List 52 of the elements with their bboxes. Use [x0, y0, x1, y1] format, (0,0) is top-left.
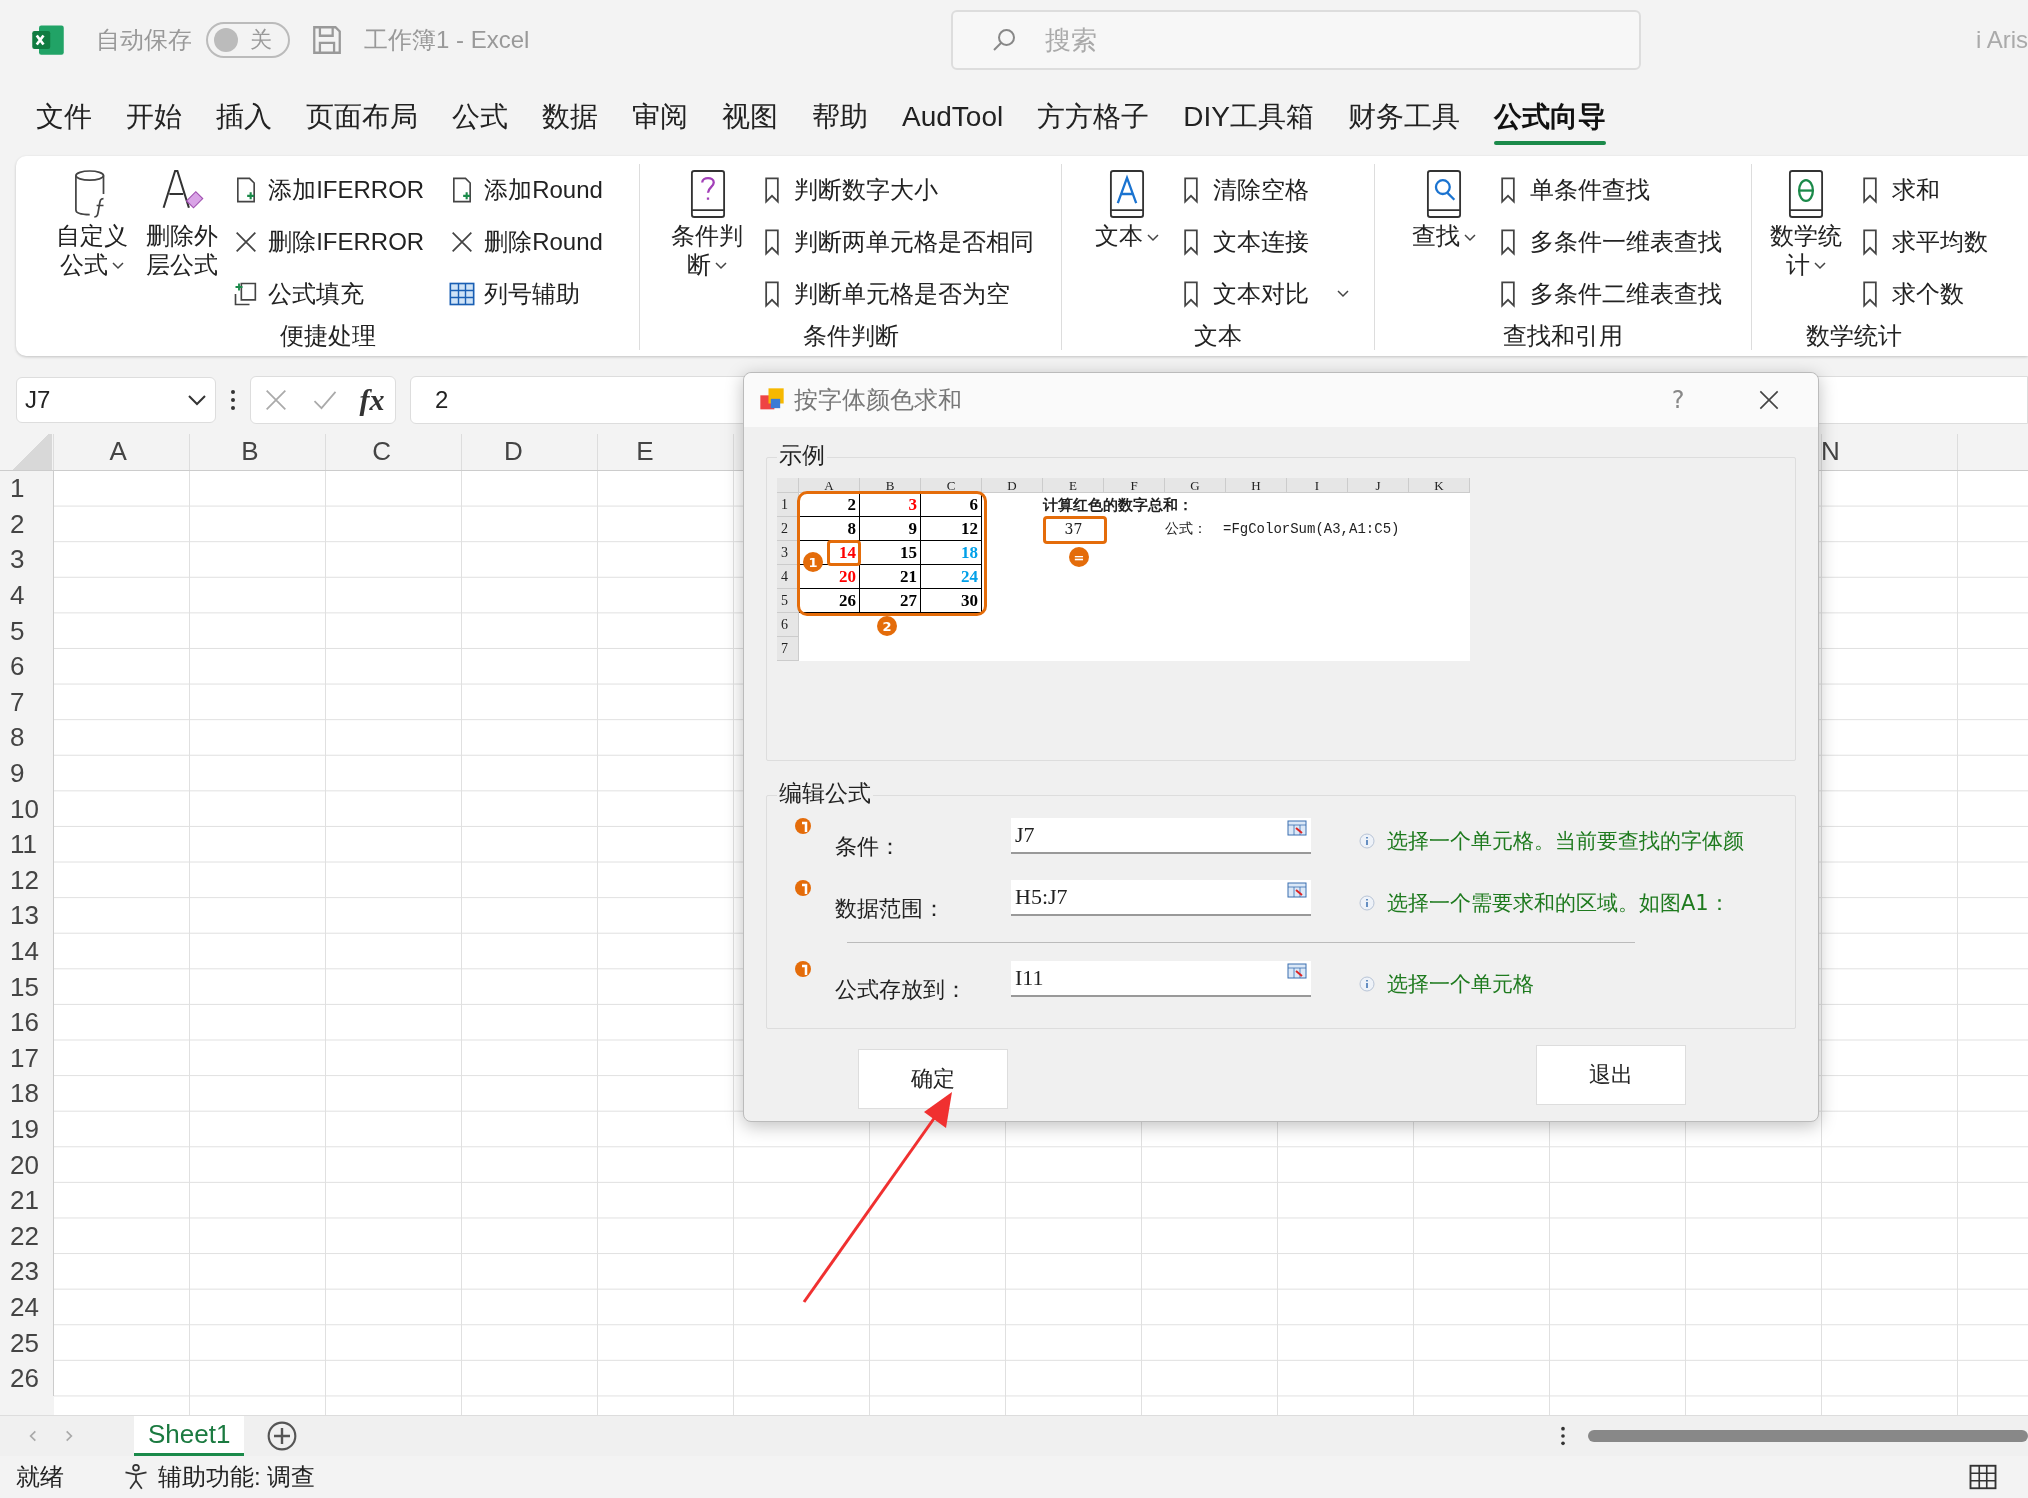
ribbon-group-label: 便捷处理	[279, 321, 376, 351]
example-column-header: I	[1314, 478, 1320, 492]
example-row-header: 1	[781, 496, 788, 513]
example-number: 24	[961, 566, 978, 587]
example-result: 37	[1064, 521, 1083, 537]
field-label: 条件：	[835, 833, 902, 861]
example-column-header: D	[1007, 478, 1017, 492]
example-number: 2	[847, 494, 856, 515]
field-hint: 选择一个需要求和的区域。如图A1：	[1387, 890, 1730, 917]
ribbon-group-label: 文本	[1194, 321, 1242, 351]
example-formula: =FgColorSum(A3,A1:C5)	[1223, 521, 1400, 537]
example-column-header: B	[885, 478, 895, 492]
status-ready: 就绪	[16, 1462, 64, 1492]
example-row-header: 4	[781, 568, 788, 585]
example-number: 27	[900, 590, 917, 611]
example-number: 30	[961, 590, 978, 611]
example-column-header: G	[1190, 478, 1200, 492]
example-column-header: A	[824, 478, 834, 492]
example-number: 14	[839, 542, 856, 563]
example-row-header: 3	[781, 544, 788, 561]
example-row-header: 2	[781, 520, 788, 537]
example-column-header: C	[946, 478, 956, 492]
example-row-header: 7	[781, 640, 788, 657]
example-number: 8	[847, 518, 856, 539]
example-number: 20	[839, 566, 856, 587]
field-label: 公式存放到：	[835, 976, 968, 1004]
example-row-header: 5	[781, 592, 788, 609]
example-number: 15	[900, 542, 917, 563]
example-column-header: K	[1434, 478, 1444, 492]
example-number: 21	[900, 566, 917, 587]
document-title: 工作簿1 - Excel	[364, 25, 530, 55]
ribbon-group-label: 查找和引用	[1503, 321, 1623, 351]
example-column-header: H	[1251, 478, 1261, 492]
example-number: 26	[839, 590, 856, 611]
example-column-header: J	[1375, 478, 1381, 492]
dialog-title: 按字体颜色求和	[794, 385, 962, 416]
field-label: 数据范围：	[835, 895, 946, 923]
example-number: 6	[969, 494, 978, 515]
example-number: 9	[908, 518, 917, 539]
field-hint: 选择一个单元格。当前要查找的字体颜	[1387, 828, 1744, 855]
example-number: 18	[961, 542, 978, 563]
example-column-header: E	[1069, 478, 1077, 492]
autosave-label: 自动保存	[96, 25, 192, 55]
example-row-header: 6	[781, 616, 788, 633]
ribbon-group-label: 数学统计	[1806, 321, 1902, 351]
example-caption: 计算红色的数字总和：	[1043, 495, 1193, 515]
example-number: 12	[961, 518, 978, 539]
example-column-header: F	[1130, 478, 1138, 492]
ribbon-group-label: 条件判断	[802, 321, 899, 351]
example-number: 3	[908, 494, 917, 515]
example-formula-label: 公式：	[1165, 520, 1207, 538]
field-hint: 选择一个单元格	[1387, 971, 1534, 998]
